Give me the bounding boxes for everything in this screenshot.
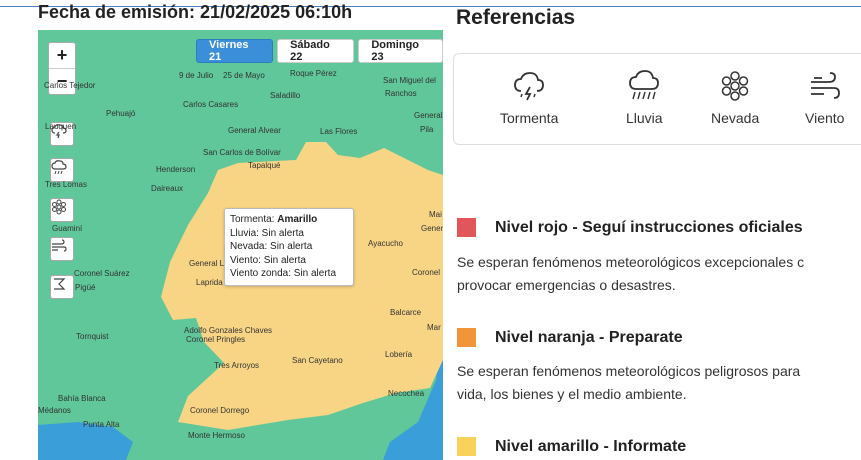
- map-label: Laprida: [196, 278, 223, 287]
- level-orange-title: Nivel naranja - Preparate: [495, 328, 683, 346]
- map-label: Ayacucho: [368, 239, 403, 248]
- reference-viento: Viento: [805, 68, 844, 126]
- map-label: Daireaux: [151, 184, 184, 193]
- map-label: 25 de Mayo: [223, 71, 265, 80]
- level-orange-desc-line1: Se esperan fenómenos meteorológicos peli…: [457, 363, 801, 379]
- map-label: Coronel: [412, 268, 441, 277]
- snow-icon: [52, 199, 66, 215]
- map-label: Tornquist: [76, 332, 109, 341]
- snow-filter-button[interactable]: [50, 198, 74, 222]
- day-button-domingo[interactable]: Domingo 23: [358, 39, 443, 63]
- map-label: Tres Arroyos: [214, 361, 260, 370]
- level-red-description: Se esperan fenómenos meteorológicos exce…: [457, 251, 861, 297]
- level-red-title: Nivel rojo - Seguí instrucciones oficial…: [495, 218, 803, 236]
- map-label: Saladillo: [270, 91, 301, 100]
- map-label: General B: [414, 111, 443, 120]
- tooltip-lluvia: Lluvia: Sin alerta: [230, 227, 304, 239]
- map-label: Médanos: [38, 406, 71, 415]
- tooltip-viento: Viento: Sin alerta: [230, 254, 306, 266]
- map-label: Mar: [427, 323, 441, 332]
- wind-icon: [810, 72, 840, 99]
- map-label: Guaminí: [52, 224, 83, 233]
- level-orange-desc-line2: vida, los bienes y el medio ambiente.: [457, 386, 687, 402]
- map-label: Carlos Tejedor: [44, 81, 96, 90]
- map-label: Ranchos: [385, 89, 417, 98]
- reference-lluvia: Lluvia: [626, 68, 663, 126]
- zonda-filter-button[interactable]: [50, 275, 74, 299]
- reference-tormenta: Tormenta: [500, 68, 558, 126]
- references-title: Referencias: [456, 6, 576, 29]
- map-label: Lobería: [385, 350, 413, 359]
- map-label: Genera: [421, 224, 443, 233]
- map-label: Pila: [420, 125, 434, 134]
- level-orange-swatch: [457, 328, 476, 347]
- map-label: Mai: [429, 210, 442, 219]
- tooltip-tormenta: Tormenta: Amarillo: [230, 213, 348, 227]
- wind-icon: [52, 239, 67, 252]
- map-label: General Alvear: [228, 126, 281, 135]
- level-red-desc-line2: provocar emergencias o desastres.: [457, 277, 676, 293]
- level-yellow-title: Nivel amarillo - Informate: [495, 437, 687, 455]
- day-button-sabado[interactable]: Sábado 22: [277, 39, 355, 63]
- storm-icon: [514, 72, 545, 101]
- map-label: San Carlos de Bolívar: [203, 148, 281, 157]
- references-box: Tormenta Lluvia Nevada Viento: [453, 53, 861, 145]
- reference-label: Lluvia: [626, 110, 663, 126]
- map-label: Pigüé: [75, 283, 96, 292]
- map-label: Coronel Dorrego: [190, 406, 250, 415]
- emission-date: Fecha de emisión: 21/02/2025 06:10h: [38, 2, 353, 22]
- level-yellow: Nivel amarillo - Informate: [457, 437, 686, 456]
- zonda-icon: [54, 278, 66, 290]
- day-selector: Viernes 21 Sábado 22 Domingo 23: [196, 39, 443, 63]
- map-label: Balcarce: [390, 308, 422, 317]
- region-tooltip: Tormenta: Amarillo Lluvia: Sin alerta Ne…: [224, 208, 354, 286]
- level-orange: Nivel naranja - Preparate: [457, 328, 683, 347]
- map-label: San Cayetano: [292, 356, 343, 365]
- rain-icon: [51, 160, 67, 175]
- level-red-desc-line1: Se esperan fenómenos meteorológicos exce…: [457, 254, 805, 270]
- map-label: Adolfo Gonzales Chaves: [184, 326, 273, 335]
- reference-label: Nevada: [711, 110, 760, 126]
- alert-map[interactable]: Viernes 21 Sábado 22 Domingo 23 + − Carl…: [38, 30, 443, 460]
- map-label: Coronel Suárez: [74, 269, 130, 278]
- level-orange-description: Se esperan fenómenos meteorológicos peli…: [457, 360, 861, 406]
- map-label: 9 de Julio: [179, 71, 214, 80]
- reference-nevada: Nevada: [711, 68, 759, 126]
- reference-label: Viento: [805, 110, 845, 126]
- map-label: Las Flores: [320, 127, 358, 136]
- map-label: Carlos Casares: [183, 100, 239, 109]
- map-label: Roque Pérez: [290, 69, 337, 78]
- map-label: General La: [189, 259, 229, 268]
- rain-icon: [629, 70, 660, 100]
- map-label: Tres Lomas: [45, 180, 87, 189]
- map-label: Lauquen: [45, 122, 77, 131]
- rain-filter-button[interactable]: [50, 158, 74, 182]
- tooltip-tormenta-value: Amarillo: [277, 214, 318, 225]
- tooltip-nevada: Nevada: Sin alerta: [230, 241, 313, 252]
- snow-icon: [721, 71, 749, 101]
- tooltip-tormenta-label: Tormenta:: [230, 214, 275, 225]
- zoom-in-button[interactable]: +: [49, 43, 75, 69]
- level-red-swatch: [457, 218, 476, 237]
- reference-label: Tormenta: [500, 110, 559, 126]
- map-label: Monte Hermoso: [188, 431, 245, 440]
- map-label: San Miguel del: [383, 76, 436, 85]
- map-label: Tapalqué: [248, 161, 281, 170]
- tooltip-viento-zonda: Viento zonda: Sin alerta: [230, 268, 337, 279]
- map-label: Bahía Blanca: [58, 394, 106, 403]
- level-yellow-swatch: [457, 437, 476, 456]
- level-red: Nivel rojo - Seguí instrucciones oficial…: [457, 218, 803, 237]
- map-label: Necochea: [388, 389, 425, 398]
- map-label: Punta Alta: [83, 420, 120, 429]
- map-label: Pehuajó: [106, 109, 136, 118]
- wind-filter-button[interactable]: [50, 237, 74, 261]
- map-label: Henderson: [156, 165, 196, 174]
- map-label: Coronel Pringles: [186, 335, 246, 344]
- day-button-viernes[interactable]: Viernes 21: [196, 39, 274, 63]
